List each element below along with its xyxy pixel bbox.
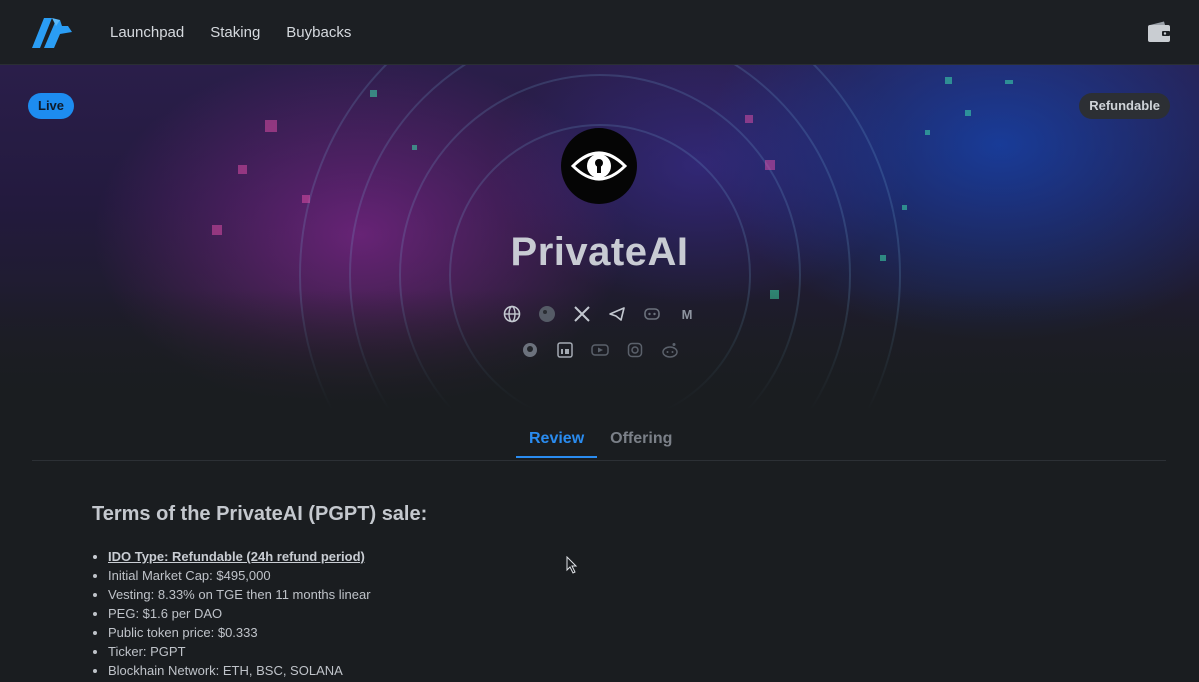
status-badge: Live xyxy=(28,93,75,119)
list-item: Vesting: 8.33% on TGE then 11 months lin… xyxy=(108,585,371,604)
reddit-icon[interactable] xyxy=(661,341,679,359)
project-tabs: Review Offering xyxy=(516,430,685,458)
x-icon[interactable] xyxy=(573,305,591,323)
list-item: Ticker: PGPT xyxy=(108,642,371,661)
list-item: PEG: $1.6 per DAO xyxy=(108,604,371,623)
wallet-icon[interactable] xyxy=(1147,21,1171,43)
terms-title: Terms of the PrivateAI (PGPT) sale: xyxy=(92,503,428,525)
project-logo xyxy=(561,128,637,204)
coingecko-icon[interactable] xyxy=(538,305,556,323)
tab-offering[interactable]: Offering xyxy=(597,430,685,458)
brand-logo[interactable] xyxy=(30,14,74,50)
nav-staking[interactable]: Staking xyxy=(210,24,260,41)
telegram-icon[interactable] xyxy=(608,305,626,323)
linkedin-icon[interactable] xyxy=(556,341,574,359)
medium-icon[interactable]: M xyxy=(678,305,696,323)
instagram-icon[interactable] xyxy=(626,341,644,359)
eye-lock-icon xyxy=(570,151,628,181)
terms-list: IDO Type: Refundable (24h refund period)… xyxy=(92,547,371,680)
project-hero: Live Refundable PrivateAI M xyxy=(0,65,1199,410)
social-links-row-2 xyxy=(0,341,1199,359)
github-icon[interactable] xyxy=(521,341,539,359)
ido-type-link[interactable]: IDO Type: Refundable (24h refund period) xyxy=(108,547,371,566)
tab-review[interactable]: Review xyxy=(516,430,598,458)
list-item: Public token price: $0.333 xyxy=(108,623,371,642)
project-title: PrivateAI xyxy=(510,230,689,274)
social-links-row-1: M xyxy=(0,305,1199,323)
nav-launchpad[interactable]: Launchpad xyxy=(110,24,184,41)
discord-icon[interactable] xyxy=(643,305,661,323)
nav-buybacks[interactable]: Buybacks xyxy=(286,24,351,41)
top-navbar: Launchpad Staking Buybacks xyxy=(0,0,1199,65)
tab-divider xyxy=(32,460,1166,461)
list-item: Blockhain Network: ETH, BSC, SOLANA xyxy=(108,661,371,680)
mouse-cursor-icon xyxy=(566,556,578,574)
globe-icon[interactable] xyxy=(503,305,521,323)
youtube-icon[interactable] xyxy=(590,341,609,359)
refundable-badge: Refundable xyxy=(1079,93,1170,119)
main-nav: Launchpad Staking Buybacks xyxy=(110,0,351,64)
list-item: Initial Market Cap: $495,000 xyxy=(108,566,371,585)
